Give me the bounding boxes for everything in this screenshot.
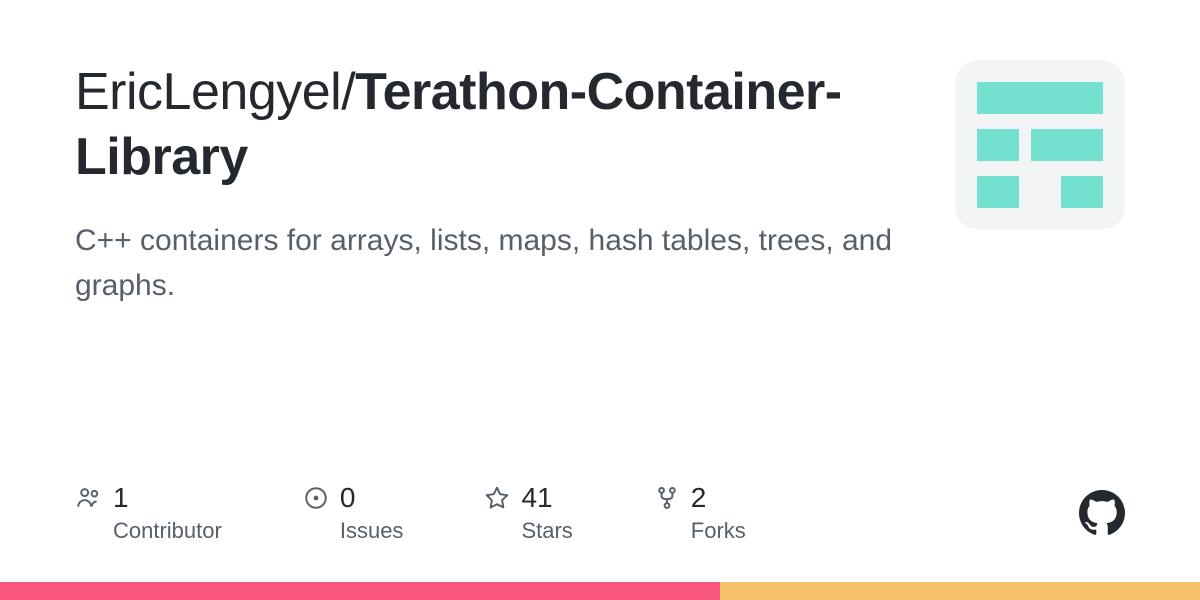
fork-icon	[653, 484, 681, 512]
people-icon	[75, 484, 103, 512]
issues-count: 0	[340, 482, 356, 514]
repo-title[interactable]: EricLengyel/Terathon-Container-Library	[75, 60, 915, 190]
stat-issues[interactable]: 0 Issues	[302, 482, 404, 544]
stars-count: 41	[521, 482, 552, 514]
owner-separator: /	[341, 63, 355, 121]
contributors-label: Contributor	[113, 518, 222, 544]
repo-icon	[955, 60, 1125, 230]
issues-label: Issues	[340, 518, 404, 544]
stat-contributors[interactable]: 1 Contributor	[75, 482, 222, 544]
repo-name-bold: Terathon	[355, 63, 570, 121]
forks-count: 2	[691, 482, 707, 514]
repo-description: C++ containers for arrays, lists, maps, …	[75, 218, 895, 308]
stars-label: Stars	[521, 518, 572, 544]
star-icon	[483, 484, 511, 512]
forks-label: Forks	[691, 518, 746, 544]
stat-forks[interactable]: 2 Forks	[653, 482, 746, 544]
language-bar	[0, 582, 1200, 600]
stats-row: 1 Contributor 0 Issues 41 Stars	[75, 482, 1125, 544]
issue-icon	[302, 484, 330, 512]
contributors-count: 1	[113, 482, 129, 514]
repo-owner: EricLengyel	[75, 63, 341, 121]
stat-stars[interactable]: 41 Stars	[483, 482, 572, 544]
github-icon[interactable]	[1079, 490, 1125, 536]
